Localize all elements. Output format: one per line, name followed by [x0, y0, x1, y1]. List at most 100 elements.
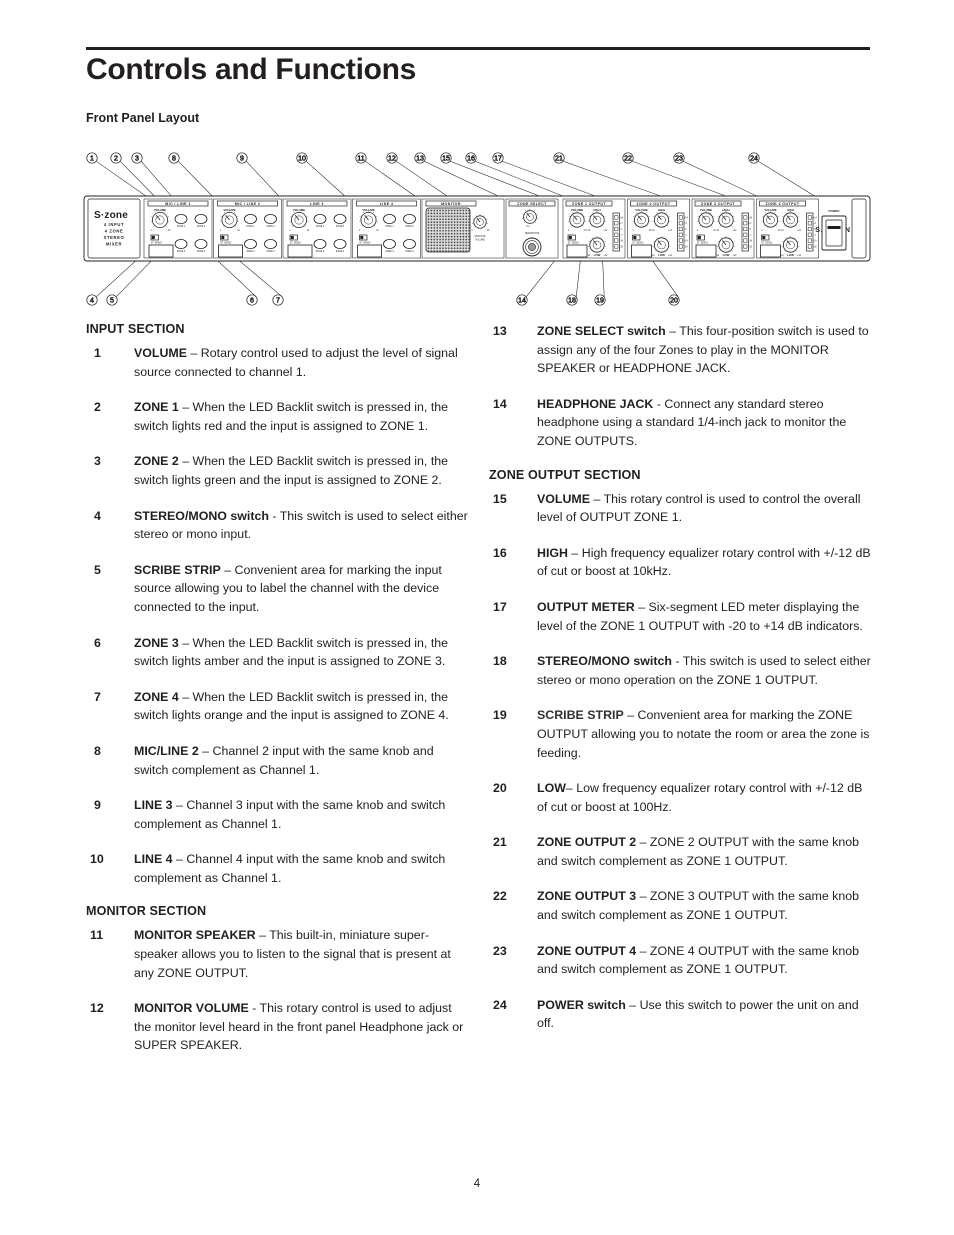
zone-button-1[interactable]: [313, 214, 327, 225]
speaker-grille-hole: [462, 227, 465, 229]
zone-button-4[interactable]: [403, 239, 416, 250]
speaker-grille-hole: [453, 227, 456, 229]
speaker-grille-hole: [427, 244, 430, 247]
item-term: POWER switch: [537, 997, 626, 1012]
zone-scribe-strip[interactable]: [631, 244, 652, 258]
callout-bottom-6-number: 6: [250, 298, 254, 305]
zone-button-3[interactable]: [313, 239, 327, 250]
zone-button-1[interactable]: [383, 214, 396, 225]
zone-button-2[interactable]: [403, 214, 416, 225]
callout-bottom-14-number: 14: [518, 298, 526, 305]
speaker-grille-hole: [462, 235, 465, 238]
manual-item-18: 18 STEREO/MONO switch - This switch is us…: [489, 652, 874, 689]
zone-button-3-label: ZONE 3: [316, 251, 325, 253]
zone-button-2-label: ZONE 2: [266, 226, 275, 228]
output-meter-segment: [614, 244, 619, 249]
zone-button-3[interactable]: [174, 239, 188, 250]
output-meter-segment: [743, 221, 748, 226]
speaker-grille-hole: [430, 227, 433, 229]
stereo-mono-switch-label-mono: MONO: [363, 243, 370, 245]
item-number: 6: [94, 635, 101, 650]
speaker-grille-hole: [468, 212, 470, 215]
speaker-grille-hole: [427, 218, 430, 221]
callout-top-23-number: 23: [675, 156, 683, 163]
speaker-grille-hole: [427, 238, 430, 241]
header-rule: [86, 47, 870, 50]
scribe-strip[interactable]: [148, 244, 174, 258]
speaker-grille-hole: [433, 224, 436, 226]
speaker-grille-hole: [442, 235, 444, 238]
speaker-grille-hole: [439, 221, 441, 223]
item-number: 12: [90, 1001, 104, 1016]
zone-button-3[interactable]: [244, 239, 257, 250]
zone-scribe-strip[interactable]: [695, 244, 717, 258]
speaker-grille-hole: [450, 212, 453, 215]
item-description: – When the LED Backlit switch is pressed…: [134, 635, 449, 669]
power-switch[interactable]: [825, 219, 843, 247]
zone-scribe-strip[interactable]: [566, 244, 588, 258]
item-description: – Channel 3 input with the same knob and…: [134, 798, 446, 831]
manual-item-8: 8 MIC/LINE 2 – Channel 2 input with the s…: [86, 742, 471, 779]
manual-item-20: 20 LOW– Low frequency equalizer rotary co…: [489, 779, 874, 816]
monitor-volume-label-2: VOLUME: [475, 239, 485, 241]
speaker-grille-hole: [456, 244, 459, 247]
speaker-grille-hole: [447, 209, 450, 212]
manual-item-19: 19 SCRIBE STRIP – Convenient area for mar…: [489, 706, 874, 762]
output-meter-segment: [743, 238, 748, 243]
page-title: Controls and Functions: [86, 53, 417, 86]
zone-button-2[interactable]: [194, 214, 208, 225]
item-number: 4: [94, 508, 101, 523]
speaker-grille-hole: [442, 241, 444, 244]
zone-button-2[interactable]: [264, 214, 277, 225]
item-term: MONITOR SPEAKER: [134, 928, 256, 943]
scribe-strip[interactable]: [218, 244, 243, 258]
speaker-grille-hole: [427, 215, 430, 218]
page-number: 4: [473, 1178, 481, 1190]
item-term: ZONE 2: [134, 454, 179, 469]
scribe-strip[interactable]: [357, 244, 382, 258]
zone-output-section-heading: ZONE OUTPUT SECTION: [489, 467, 641, 482]
zone-button-2[interactable]: [333, 214, 347, 225]
speaker-grille-hole: [453, 232, 456, 235]
speaker-grille-hole: [427, 250, 430, 252]
speaker-grille-hole: [439, 232, 441, 235]
callout-top-17-number: 17: [494, 156, 502, 163]
callout-top-11-number: 11: [357, 156, 364, 163]
scribe-strip[interactable]: [287, 244, 313, 258]
speaker-grille-hole: [468, 244, 470, 247]
zone-button-4[interactable]: [264, 239, 277, 250]
zone-button-1[interactable]: [174, 214, 188, 225]
zone-button-3[interactable]: [383, 239, 396, 250]
item-term: ZONE OUTPUT 2: [537, 835, 637, 850]
speaker-grille-hole: [433, 209, 436, 212]
zone-stereo-mono-switch-label-mono: MONO: [765, 243, 772, 245]
stereo-mono-switch-lever: [151, 235, 155, 240]
callout-top-8-number: 8: [172, 156, 176, 163]
device-logo: S·zone: [94, 210, 128, 221]
speaker-grille-hole: [427, 227, 430, 229]
speaker-grille-hole: [468, 229, 470, 232]
zone-scribe-strip[interactable]: [760, 244, 781, 258]
speaker-grille-hole: [453, 221, 456, 223]
zone-button-1-label: ZONE 1: [177, 226, 186, 228]
speaker-grille-hole: [462, 212, 465, 215]
speaker-grille-hole: [442, 238, 444, 241]
speaker-grille-hole: [462, 215, 465, 218]
output-meter-segment: [614, 232, 619, 237]
zone-button-4[interactable]: [194, 239, 208, 250]
manual-item-9: 9 LINE 3 – Channel 3 input with the same …: [86, 796, 471, 833]
speaker-grille-hole: [456, 227, 459, 229]
speaker-grille-hole: [433, 218, 436, 221]
manual-item-1: 1 VOLUME – Rotary control used to adjust …: [86, 344, 471, 381]
zone-button-2-label: ZONE 2: [405, 226, 414, 228]
speaker-grille-hole: [462, 241, 465, 244]
speaker-grille-hole: [468, 247, 470, 250]
zone-button-4[interactable]: [333, 239, 347, 250]
stereo-mono-switch-label-mono: MONO: [294, 243, 301, 245]
low-eq-label: LOW: [594, 253, 601, 257]
zone-button-1[interactable]: [244, 214, 257, 225]
speaker-grille-hole: [447, 229, 450, 232]
callout-top-10-number: 10: [298, 156, 306, 163]
speaker-grille-hole: [453, 224, 456, 226]
manual-item-12: 12 MONITOR VOLUME - This rotary control i…: [86, 999, 471, 1055]
